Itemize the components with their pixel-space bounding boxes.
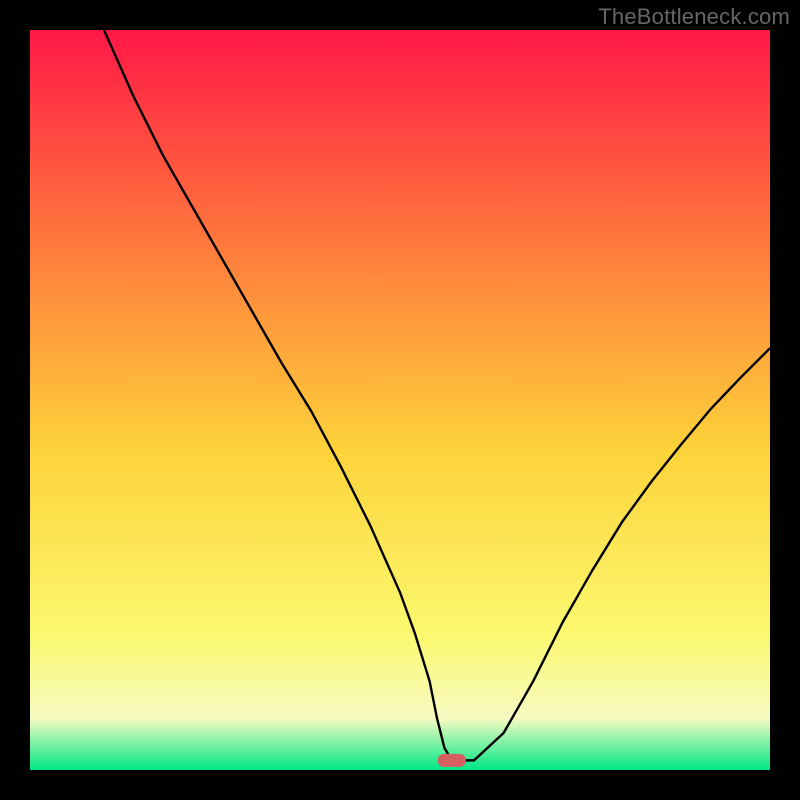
optimum-marker [438,754,466,767]
watermark-label: TheBottleneck.com [598,4,790,30]
plot-area [30,30,770,770]
chart-svg [30,30,770,770]
gradient-background [30,30,770,770]
chart-frame: TheBottleneck.com [0,0,800,800]
